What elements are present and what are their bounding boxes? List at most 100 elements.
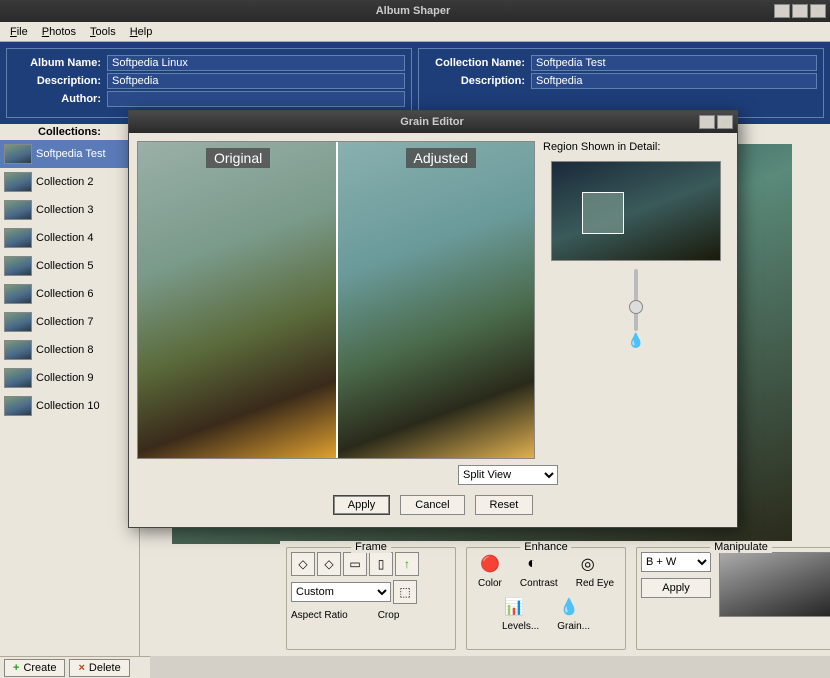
collection-item[interactable]: Collection 8 <box>0 336 139 364</box>
manipulate-group: Manipulate B + W Apply <box>636 547 830 650</box>
split-preview[interactable]: Original Adjusted <box>137 141 535 459</box>
collection-name-label: Collection Name: <box>425 57 525 69</box>
maximize-button[interactable]: □ <box>792 4 808 18</box>
adjusted-label: Adjusted <box>406 148 476 168</box>
collection-thumb <box>4 172 32 192</box>
collection-item-label: Softpedia Test <box>36 148 106 160</box>
collection-item-label: Collection 5 <box>36 260 93 272</box>
collection-item[interactable]: Collection 6 <box>0 280 139 308</box>
grain-editor-modal: Grain Editor □ × Original Adjusted Regio… <box>128 110 738 528</box>
collection-thumb <box>4 200 32 220</box>
levels-label: Levels... <box>502 621 539 632</box>
album-name-label: Album Name: <box>13 57 101 69</box>
region-selection[interactable] <box>582 192 624 234</box>
author-input[interactable] <box>107 91 405 107</box>
split-divider[interactable] <box>336 142 338 458</box>
enhance-group: Enhance 🔴 Color ◐ Contrast ◎ Red Eye <box>466 547 626 650</box>
contrast-label: Contrast <box>520 578 558 589</box>
footer: +Create ×Delete <box>0 656 150 678</box>
collection-item-label: Collection 8 <box>36 344 93 356</box>
region-label: Region Shown in Detail: <box>543 141 660 153</box>
collection-item-label: Collection 9 <box>36 372 93 384</box>
view-mode-select[interactable]: Split View <box>458 465 558 485</box>
collection-item[interactable]: Collection 2 <box>0 168 139 196</box>
collection-item[interactable]: Collection 7 <box>0 308 139 336</box>
aspect-ratio-label: Aspect Ratio <box>291 610 348 621</box>
manipulate-group-title: Manipulate <box>710 541 772 553</box>
modal-maximize-button[interactable]: □ <box>699 115 715 129</box>
album-description-input[interactable] <box>107 73 405 89</box>
author-label: Author: <box>13 93 101 105</box>
redeye-icon[interactable]: ◎ <box>576 552 600 576</box>
menu-tools[interactable]: Tools <box>84 24 122 40</box>
album-name-input[interactable] <box>107 55 405 71</box>
frame-group-title: Frame <box>351 541 391 553</box>
redeye-label: Red Eye <box>576 578 614 589</box>
modal-title: Grain Editor <box>165 116 699 128</box>
collection-thumb <box>4 144 32 164</box>
cancel-button[interactable]: Cancel <box>400 495 464 515</box>
rotate-cw-icon[interactable]: ◇ <box>317 552 341 576</box>
collection-item[interactable]: Softpedia Test <box>0 140 139 168</box>
enhance-group-title: Enhance <box>520 541 571 553</box>
rotate-arrow-icon[interactable]: ↑ <box>395 552 419 576</box>
collection-thumb <box>4 368 32 388</box>
collection-item-label: Collection 3 <box>36 204 93 216</box>
sidebar: Collections: Softpedia Test Collection 2 C… <box>0 124 140 656</box>
menu-file[interactable]: File <box>4 24 34 40</box>
collection-name-input[interactable] <box>531 55 817 71</box>
modal-titlebar: Grain Editor □ × <box>129 111 737 133</box>
color-icon[interactable]: 🔴 <box>478 552 502 576</box>
modal-close-button[interactable]: × <box>717 115 733 129</box>
collection-thumb <box>4 396 32 416</box>
contrast-icon[interactable]: ◐ <box>520 552 544 576</box>
window-title: Album Shaper <box>52 5 774 17</box>
collection-item[interactable]: Collection 10 <box>0 392 139 420</box>
menu-help[interactable]: Help <box>124 24 159 40</box>
menubar: File Photos Tools Help <box>0 22 830 42</box>
album-description-label: Description: <box>13 75 101 87</box>
create-button[interactable]: +Create <box>4 659 65 677</box>
original-label: Original <box>206 148 270 168</box>
collection-thumb <box>4 312 32 332</box>
collection-thumb <box>4 340 32 360</box>
collection-item-label: Collection 7 <box>36 316 93 328</box>
aspect-ratio-select[interactable]: Custom <box>291 582 391 602</box>
collection-item-label: Collection 10 <box>36 400 100 412</box>
reset-button[interactable]: Reset <box>475 495 534 515</box>
close-button[interactable]: × <box>810 4 826 18</box>
collection-item[interactable]: Collection 4 <box>0 224 139 252</box>
manipulate-apply-button[interactable]: Apply <box>641 578 711 598</box>
delete-button[interactable]: ×Delete <box>69 659 129 677</box>
collection-thumb <box>4 256 32 276</box>
album-panel: Album Name: Description: Author: <box>6 48 412 118</box>
collection-description-input[interactable] <box>531 73 817 89</box>
manipulate-mode-select[interactable]: B + W <box>641 552 711 572</box>
collection-item[interactable]: Collection 9 <box>0 364 139 392</box>
apply-button[interactable]: Apply <box>333 495 391 515</box>
region-thumbnail[interactable] <box>551 161 721 261</box>
main-titlebar: Album Shaper _ □ × <box>0 0 830 22</box>
collection-item[interactable]: Collection 5 <box>0 252 139 280</box>
crop-icon[interactable]: ⬚ <box>393 580 417 604</box>
flip-v-icon[interactable]: ▯ <box>369 552 393 576</box>
collection-panel: Collection Name: Description: <box>418 48 824 118</box>
sidebar-title: Collections: <box>0 124 139 140</box>
collection-thumb <box>4 228 32 248</box>
rotate-ccw-icon[interactable]: ◇ <box>291 552 315 576</box>
tool-panels: Frame ◇ ◇ ▭ ▯ ↑ Custom ⬚ Aspect Ratio Cr… <box>280 541 830 656</box>
collection-item[interactable]: Collection 3 <box>0 196 139 224</box>
minimize-button[interactable]: _ <box>774 4 790 18</box>
grain-slider-handle[interactable] <box>629 300 643 314</box>
collection-description-label: Description: <box>425 75 525 87</box>
collection-item-label: Collection 6 <box>36 288 93 300</box>
collection-thumb <box>4 284 32 304</box>
manipulate-preview <box>719 552 830 617</box>
flip-h-icon[interactable]: ▭ <box>343 552 367 576</box>
crop-label: Crop <box>378 610 400 621</box>
menu-photos[interactable]: Photos <box>36 24 82 40</box>
grain-icon[interactable]: 💧 <box>557 595 581 619</box>
color-label: Color <box>478 578 502 589</box>
levels-icon[interactable]: 📊 <box>502 595 526 619</box>
collection-item-label: Collection 4 <box>36 232 93 244</box>
